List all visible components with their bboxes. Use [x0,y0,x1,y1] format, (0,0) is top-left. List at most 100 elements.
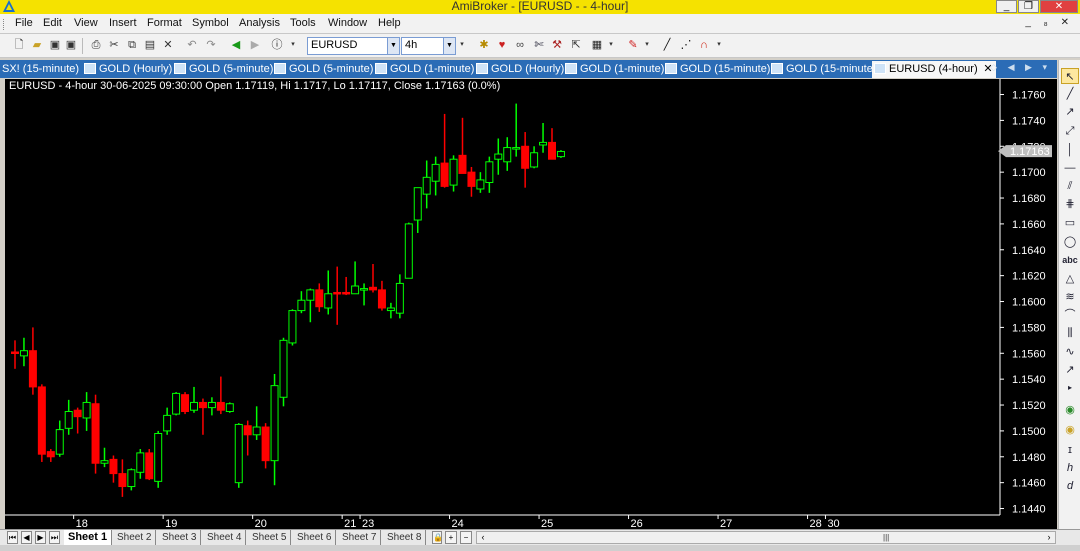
save-all-icon[interactable]: ▣ [64,38,78,52]
menu-window[interactable]: Window [328,17,367,29]
thickness-icon[interactable]: ɪ [1061,442,1079,458]
glasses-icon[interactable]: ∞ [513,38,527,52]
tab-gold-15min-2[interactable]: GOLD (15-minute) [769,61,876,78]
open-folder-icon[interactable]: ▰ [30,38,44,52]
sheet-tab-8[interactable]: Sheet 8 [383,530,427,545]
vertical-line-icon[interactable]: │ [1061,142,1079,158]
horizontal-scrollbar[interactable]: ‹ ||| › [476,531,1056,544]
add-sheet-icon[interactable]: + [445,531,457,544]
pointer-tool-icon[interactable]: ⇱ [569,38,583,52]
fibonacci-icon[interactable]: ⋕ [1061,196,1079,212]
candlestick-chart[interactable]: 1.17601.17401.17201.17001.16801.16601.16… [5,79,1057,529]
back-icon[interactable]: ◀ [229,38,243,52]
minimize-button[interactable]: _ [996,0,1017,13]
tab-scroll-arrows[interactable]: ◇ ◀ ▶ ▾ [990,62,1051,73]
undo-icon[interactable]: ↶ [185,38,199,52]
remove-sheet-icon[interactable]: − [460,531,472,544]
line-icon[interactable]: ╱ [1061,86,1079,102]
menu-view[interactable]: View [74,17,98,29]
menu-symbol[interactable]: Symbol [192,17,229,29]
overflow-icon[interactable]: ▸ [1061,380,1079,396]
wave-icon[interactable]: ∿ [1061,344,1079,360]
prev-sheet-icon[interactable]: ◀ [21,531,32,544]
trendline-icon[interactable]: ⤢ [1061,123,1079,139]
chevron-down-icon[interactable]: ▼ [443,38,455,54]
text-icon[interactable]: abc [1061,252,1079,268]
scroll-thumb-grip[interactable]: ||| [883,532,889,543]
draw-dotted-line-icon[interactable]: ⋰ [679,38,693,52]
tab-gold-1min[interactable]: GOLD (1-minute) [373,61,474,78]
lock-sheet-icon[interactable]: 🔒 [432,531,443,544]
chevron-down-icon[interactable]: ▼ [387,38,399,54]
indicator-icon[interactable]: ✱ [477,38,491,52]
copy-icon[interactable]: ⧉ [125,38,139,52]
fill-icon[interactable]: d [1061,478,1079,494]
rectangle-icon[interactable]: ▭ [1061,215,1079,231]
menu-file[interactable]: File [15,17,33,29]
horizontal-line-icon[interactable]: — [1061,160,1079,176]
sheet-tab-5[interactable]: Sheet 5 [248,530,292,545]
cut-icon[interactable]: ✂ [107,38,121,52]
menu-insert[interactable]: Insert [109,17,137,29]
symbol-combo[interactable]: EURUSD ▼ [307,37,400,55]
chevron-down-icon[interactable]: ▾ [643,38,651,52]
scroll-right-icon[interactable]: › [1043,532,1055,543]
tab-eurusd-4hour[interactable]: EURUSD (4-hour) ✕ [872,61,996,78]
menu-edit[interactable]: Edit [43,17,62,29]
tab-gold-15min[interactable]: GOLD (15-minute) [663,61,770,78]
mdi-window-controls[interactable]: _ ₈ ✕ [1025,17,1074,28]
tab-gold-1min-2[interactable]: GOLD (1-minute) [563,61,664,78]
tab-gold-5min[interactable]: GOLD (5-minute) [172,61,273,78]
sheet-tab-2[interactable]: Sheet 2 [113,530,157,545]
scissors-chart-icon[interactable]: ✄ [532,38,546,52]
channel-icon[interactable]: ⫽ [1061,178,1079,194]
pen-color-icon[interactable]: ✎ [626,38,640,52]
draw-line-icon[interactable]: ╱ [660,38,674,52]
menu-tools[interactable]: Tools [290,17,316,29]
sheet-tab-7[interactable]: Sheet 7 [338,530,382,545]
fan-icon[interactable]: ⫼ [1061,325,1079,341]
analysis-icon[interactable]: ⚒ [550,38,564,52]
tab-gold-hourly[interactable]: GOLD (Hourly) [82,61,172,78]
ray-icon[interactable]: ↗ [1061,104,1079,120]
toolbar-overflow-icon[interactable]: ▾ [607,38,615,52]
toolbar-overflow-icon[interactable]: ▾ [289,38,297,52]
close-button[interactable]: ✕ [1040,0,1078,13]
menu-format[interactable]: Format [147,17,182,29]
info-icon[interactable]: ⓘ [270,38,284,52]
scroll-left-icon[interactable]: ‹ [477,532,489,543]
menu-analysis[interactable]: Analysis [239,17,280,29]
triangle-icon[interactable]: △ [1061,271,1079,287]
pointer-icon[interactable]: ↖ [1061,68,1079,84]
tab-gold-hourly-2[interactable]: GOLD (Hourly) [474,61,564,78]
interval-combo[interactable]: 4h ▼ [401,37,456,55]
arc-icon[interactable]: ⌒ [1061,307,1079,323]
tab-sx1-15min[interactable]: SX! (15-minute) [0,61,79,78]
save-icon[interactable]: ▣ [48,38,62,52]
gann-icon[interactable]: ≋ [1061,289,1079,305]
sheet-tab-6[interactable]: Sheet 6 [293,530,337,545]
next-sheet-icon[interactable]: ▶ [35,531,46,544]
sheet-tab-4[interactable]: Sheet 4 [203,530,247,545]
last-sheet-icon[interactable]: ⏭ [49,531,60,544]
color-icon[interactable]: ◉ [1061,422,1079,438]
toolbar-overflow-icon[interactable]: ▾ [458,38,466,52]
chart-pane[interactable]: EURUSD - 4-hour 30-06-2025 09:30:00 Open… [5,79,1057,529]
ellipse-icon[interactable]: ◯ [1061,234,1079,250]
print-icon[interactable]: ⎙ [89,38,103,52]
menu-help[interactable]: Help [378,17,401,29]
sheet-tab-1[interactable]: Sheet 1 [64,530,113,545]
forward-icon[interactable]: ▶ [248,38,262,52]
paste-icon[interactable]: ▤ [143,38,157,52]
delete-icon[interactable]: ✕ [161,38,175,52]
italic-icon[interactable]: h [1061,460,1079,476]
favorite-icon[interactable]: ♥ [495,38,509,52]
magnet-icon[interactable]: ∩ [697,38,711,52]
first-sheet-icon[interactable]: ⏮ [7,531,18,544]
screen-icon[interactable]: ▦ [590,38,604,52]
arrow-icon[interactable]: ↗ [1061,362,1079,378]
tab-gold-5min-2[interactable]: GOLD (5-minute) [272,61,373,78]
toolbar-overflow-icon[interactable]: ▾ [715,38,723,52]
cycle-icon[interactable]: ◉ [1061,402,1079,418]
redo-icon[interactable]: ↷ [204,38,218,52]
